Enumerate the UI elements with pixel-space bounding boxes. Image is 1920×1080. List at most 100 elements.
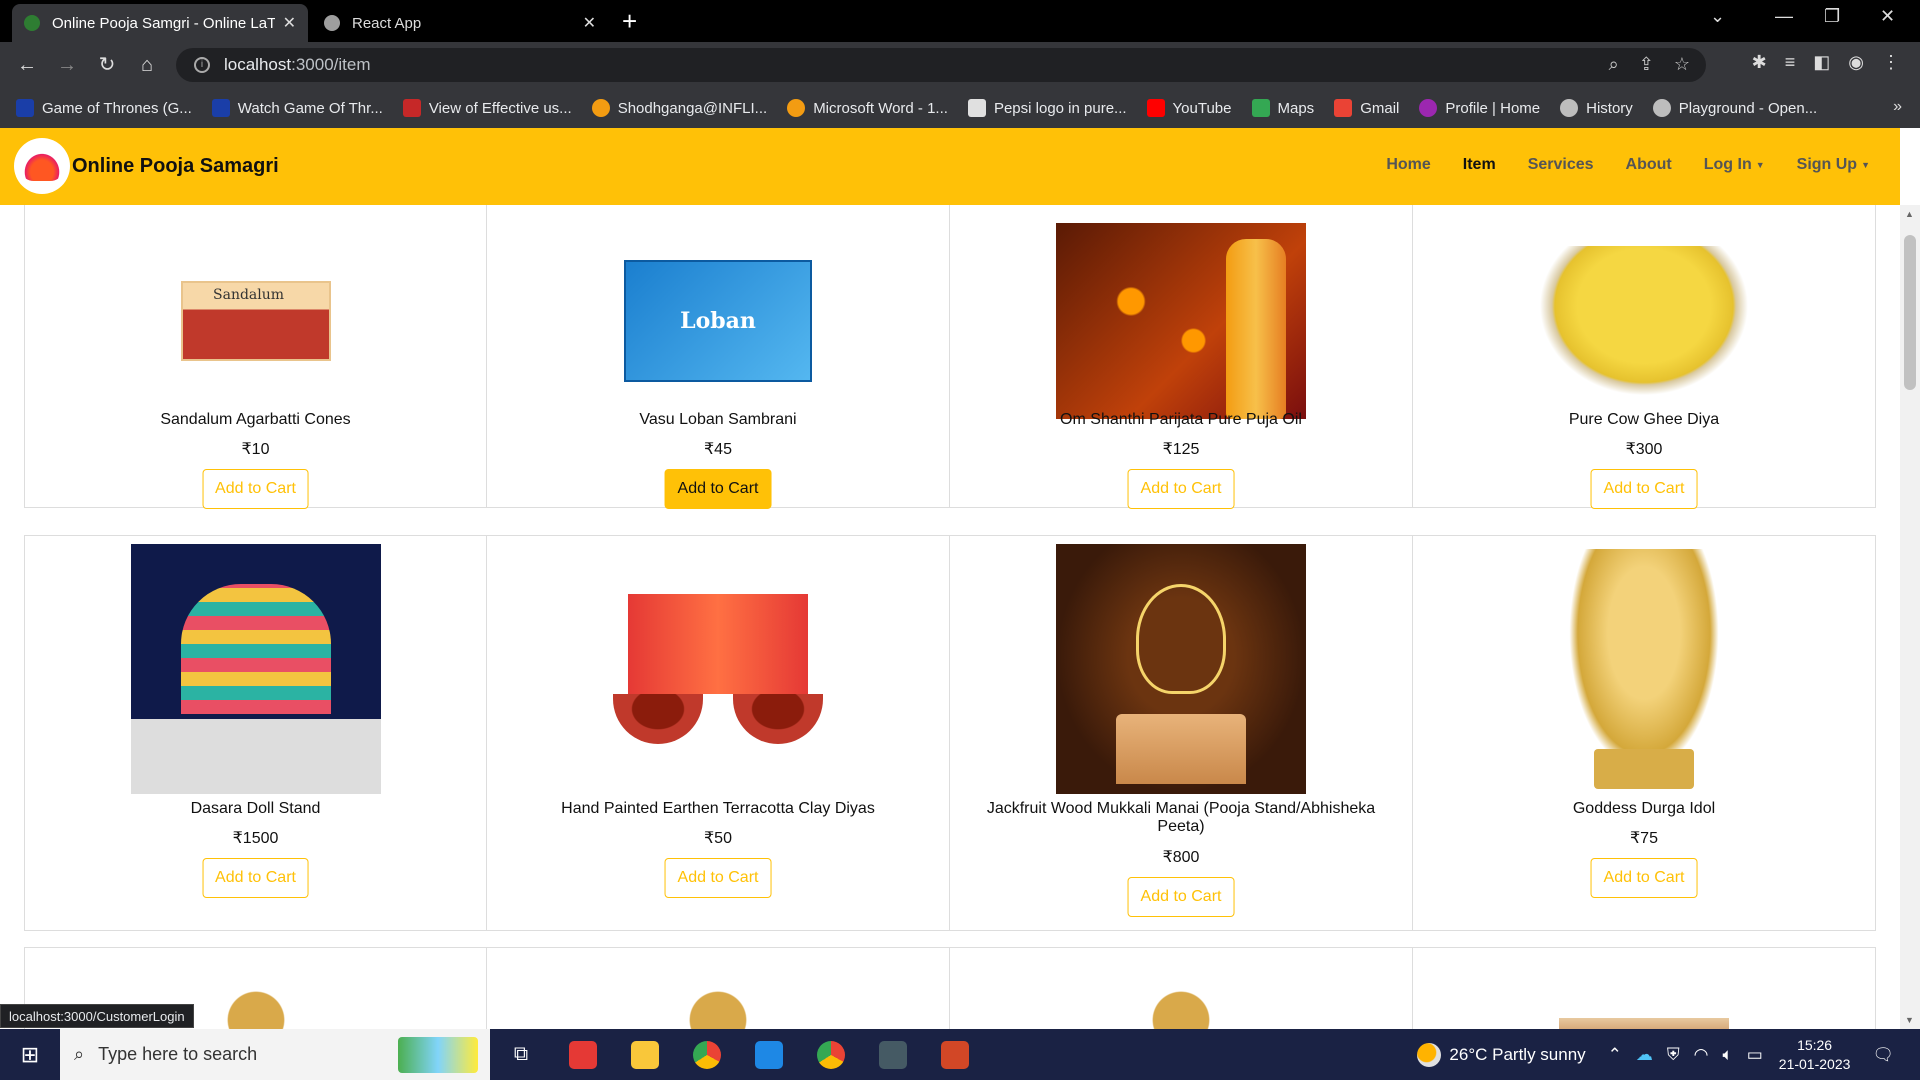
product-image[interactable] — [1519, 968, 1769, 1029]
volume-icon[interactable]: 🔈︎ — [1723, 1045, 1733, 1065]
bookmark-item[interactable]: Playground - Open... — [1652, 99, 1817, 117]
close-tab-icon[interactable]: ✕ — [583, 13, 596, 33]
url-bar[interactable]: i localhost :3000/item ⌕ ⇪ ☆ — [176, 48, 1706, 82]
add-to-cart-button[interactable]: Add to Cart — [1590, 469, 1698, 509]
zoom-icon[interactable]: ⌕ — [1609, 54, 1619, 75]
product-image[interactable]: Sandalum — [131, 205, 381, 446]
chrome-icon[interactable] — [676, 1029, 738, 1080]
close-tab-icon[interactable]: ✕ — [283, 13, 296, 33]
terminal-icon[interactable] — [862, 1029, 924, 1080]
forward-icon[interactable]: → — [52, 50, 82, 80]
bookmark-item[interactable]: Watch Game Of Thr... — [211, 99, 383, 117]
security-icon[interactable]: ⛨ — [1667, 1045, 1680, 1065]
product-image[interactable] — [1056, 544, 1306, 794]
site-info-icon[interactable]: i — [194, 57, 210, 73]
product-card: Jackfruit Wood Mukkali Manai (Pooja Stan… — [950, 535, 1413, 931]
tab-react-app[interactable]: React App ✕ — [312, 4, 608, 42]
wifi-icon[interactable]: ◠ — [1694, 1045, 1709, 1065]
notifications-icon[interactable]: 🗨︎ — [1872, 1045, 1894, 1065]
add-to-cart-button[interactable]: Add to Cart — [202, 469, 309, 509]
product-image[interactable] — [593, 544, 843, 794]
side-panel-icon[interactable]: ◧ — [1813, 52, 1830, 73]
bookmark-item[interactable]: YouTube — [1146, 99, 1232, 117]
bookmark-item[interactable]: Pepsi logo in pure... — [967, 99, 1127, 117]
nav-home[interactable]: Home — [1386, 156, 1430, 174]
youtube-app-icon[interactable] — [552, 1029, 614, 1080]
add-to-cart-button[interactable]: Add to Cart — [202, 858, 309, 898]
system-clock[interactable]: 15:26 21-01-2023 — [1779, 1036, 1851, 1074]
product-name: Jackfruit Wood Mukkali Manai (Pooja Stan… — [986, 800, 1376, 835]
vscode-icon[interactable] — [738, 1029, 800, 1080]
product-price: ₹300 — [1625, 441, 1663, 458]
powerpoint-icon[interactable] — [924, 1029, 986, 1080]
windows-start-icon[interactable]: ⊞ — [0, 1042, 60, 1068]
tab-online-pooja[interactable]: Online Pooja Samgri - Online LaT ✕ — [12, 4, 308, 42]
product-card — [950, 947, 1413, 1029]
add-to-cart-button[interactable]: Add to Cart — [1127, 469, 1235, 509]
product-row: Sandalum Sandalum Agarbatti Cones ₹10 Ad… — [24, 205, 1876, 509]
restore-icon[interactable]: ❐ — [1824, 6, 1840, 27]
bookmark-item[interactable]: Shodhganga@INFLI... — [591, 99, 767, 117]
chrome-profile-icon[interactable] — [800, 1029, 862, 1080]
profile-avatar-icon[interactable]: ◉ — [1848, 52, 1864, 73]
taskbar-search[interactable]: ⌕ Type here to search — [60, 1029, 490, 1080]
nav-services[interactable]: Services — [1528, 156, 1594, 174]
product-image[interactable] — [1519, 544, 1769, 794]
file-explorer-icon[interactable] — [614, 1029, 676, 1080]
add-to-cart-button[interactable]: Add to Cart — [664, 469, 772, 509]
bookmark-item[interactable]: Maps — [1251, 99, 1314, 117]
back-icon[interactable]: ← — [12, 50, 42, 80]
task-view-icon[interactable]: ⧉ — [490, 1029, 552, 1080]
bookmark-item[interactable]: View of Effective us... — [402, 99, 572, 117]
bookmark-item[interactable]: Microsoft Word - 1... — [787, 99, 948, 117]
bookmark-item[interactable]: Profile | Home — [1419, 99, 1540, 117]
bookmark-label: Profile | Home — [1445, 99, 1541, 117]
tab-search-icon[interactable]: ⌄ — [1710, 6, 1725, 27]
nav-signup[interactable]: Sign Up ▼ — [1797, 156, 1870, 174]
menu-icon[interactable]: ⋮ — [1882, 52, 1900, 73]
share-icon[interactable]: ⇪ — [1639, 54, 1654, 75]
scroll-down-icon[interactable]: ▼ — [1905, 1015, 1914, 1025]
media-icon[interactable]: ≡ — [1785, 52, 1796, 73]
nav-about[interactable]: About — [1626, 156, 1672, 174]
product-image[interactable] — [1056, 968, 1306, 1029]
product-image[interactable] — [1519, 205, 1769, 446]
extensions-icon[interactable]: ✱ — [1752, 52, 1767, 73]
nav-item[interactable]: Item — [1463, 156, 1496, 174]
add-to-cart-button[interactable]: Add to Cart — [664, 858, 772, 898]
bookmark-item[interactable]: Gmail — [1334, 99, 1399, 117]
main-nav: Home Item Services About Log In ▼ Sign Up… — [1386, 156, 1870, 174]
new-tab-icon[interactable]: + — [622, 6, 637, 37]
home-icon[interactable]: ⌂ — [132, 50, 162, 80]
minimize-icon[interactable]: — — [1775, 6, 1793, 27]
more-bookmarks-icon[interactable]: » — [1893, 98, 1902, 116]
site-logo[interactable] — [14, 138, 70, 194]
add-to-cart-button[interactable]: Add to Cart — [1590, 858, 1698, 898]
tab-favicon-icon — [24, 15, 40, 31]
close-window-icon[interactable]: ✕ — [1880, 6, 1895, 27]
product-row: Dasara Doll Stand ₹1500 Add to Cart Hand… — [24, 535, 1876, 931]
nav-login[interactable]: Log In ▼ — [1704, 156, 1765, 174]
battery-icon[interactable]: ▭ — [1747, 1045, 1763, 1065]
show-hidden-icons-icon[interactable]: ⌃ — [1608, 1045, 1622, 1065]
scroll-thumb[interactable] — [1904, 235, 1916, 390]
onedrive-icon[interactable]: ☁ — [1636, 1045, 1653, 1065]
product-price: ₹50 — [704, 830, 732, 847]
reload-icon[interactable]: ↻ — [92, 50, 122, 80]
address-toolbar: ← → ↻ ⌂ i localhost :3000/item ⌕ ⇪ ☆ ✱ ≡… — [0, 42, 1920, 88]
product-image[interactable] — [131, 544, 381, 794]
add-to-cart-button[interactable]: Add to Cart — [1127, 877, 1235, 917]
product-image[interactable] — [1056, 205, 1306, 446]
bookmark-star-icon[interactable]: ☆ — [1674, 54, 1690, 75]
scroll-up-icon[interactable]: ▲ — [1905, 209, 1914, 219]
brand-name[interactable]: Online Pooja Samagri — [72, 155, 279, 178]
product-name: Om Shanthi Parijata Pure Puja Oil — [1060, 411, 1302, 428]
weather-text[interactable]: 26°C Partly sunny — [1449, 1045, 1585, 1065]
bookmark-item[interactable]: Game of Thrones (G... — [16, 99, 192, 117]
product-image[interactable] — [593, 968, 843, 1029]
openai-icon — [1652, 99, 1671, 117]
tab-title: Online Pooja Samgri - Online LaT — [52, 14, 275, 32]
bookmark-item[interactable]: History — [1560, 99, 1633, 117]
product-image[interactable]: Loban — [593, 205, 843, 446]
page-scrollbar[interactable]: ▲ ▼ — [1900, 205, 1920, 1029]
